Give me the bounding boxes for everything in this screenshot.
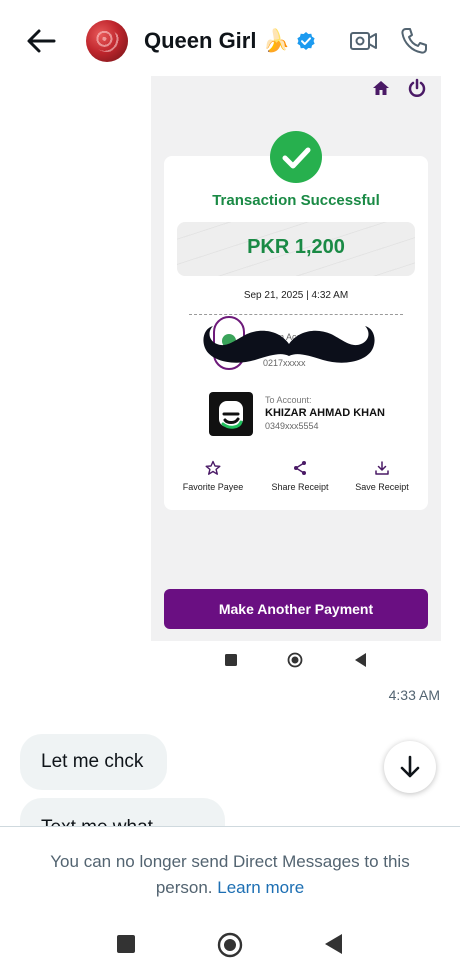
transaction-amount: PKR 1,200 [247, 236, 345, 258]
message-timestamp: 4:33 AM [388, 687, 440, 703]
message-bubble[interactable]: Let me chck [20, 734, 167, 790]
verified-badge-icon [297, 32, 315, 50]
recents-square-icon [225, 654, 237, 666]
phone-call-icon[interactable] [399, 26, 429, 56]
chat-header: Queen Girl 🍌 [0, 0, 460, 80]
back-triangle-icon [355, 653, 366, 667]
share-receipt-button[interactable]: Share Receipt [255, 460, 345, 492]
save-receipt-button[interactable]: Save Receipt [337, 460, 427, 492]
dm-restricted-footer: You can no longer send Direct Messages t… [0, 826, 460, 917]
dm-restricted-notice: You can no longer send Direct Messages t… [50, 852, 410, 897]
video-call-icon[interactable] [349, 26, 379, 56]
back-arrow-icon[interactable] [24, 26, 58, 56]
success-check-icon [270, 131, 322, 183]
home-icon [373, 81, 389, 95]
system-nav-bar [0, 916, 460, 975]
recipient-wallet-logo [209, 392, 253, 436]
home-circle-icon[interactable] [217, 932, 243, 958]
to-account-label: To Account: [265, 395, 312, 405]
transaction-datetime: Sep 21, 2025 | 4:32 AM [243, 290, 349, 301]
star-icon [205, 460, 221, 475]
favorite-payee-button[interactable]: Favorite Payee [168, 460, 258, 492]
screenshot-nav-bar [151, 641, 441, 681]
shared-receipt-image[interactable]: Transaction Successful PKR 1,200 Sep 21,… [151, 76, 441, 641]
mustache-sticker [203, 326, 375, 363]
contact-name[interactable]: Queen Girl 🍌 [144, 28, 316, 54]
learn-more-link[interactable]: Learn more [217, 878, 304, 897]
recipient-account-number: 0349xxx5554 [265, 421, 319, 431]
easypaisa-logo-icon [219, 401, 243, 429]
arrow-down-icon [400, 755, 420, 778]
avatar[interactable] [86, 20, 128, 62]
recents-square-icon[interactable] [117, 935, 135, 953]
home-circle-icon [287, 652, 303, 668]
power-icon [408, 78, 426, 97]
transaction-title: Transaction Successful [212, 192, 380, 209]
scroll-to-bottom-button[interactable] [384, 741, 436, 793]
download-icon [375, 461, 389, 475]
share-icon [294, 461, 306, 475]
make-another-payment-button[interactable]: Make Another Payment [164, 589, 428, 629]
back-triangle-icon[interactable] [325, 934, 343, 954]
recipient-name: KHIZAR AHMAD KHAN [265, 407, 385, 419]
